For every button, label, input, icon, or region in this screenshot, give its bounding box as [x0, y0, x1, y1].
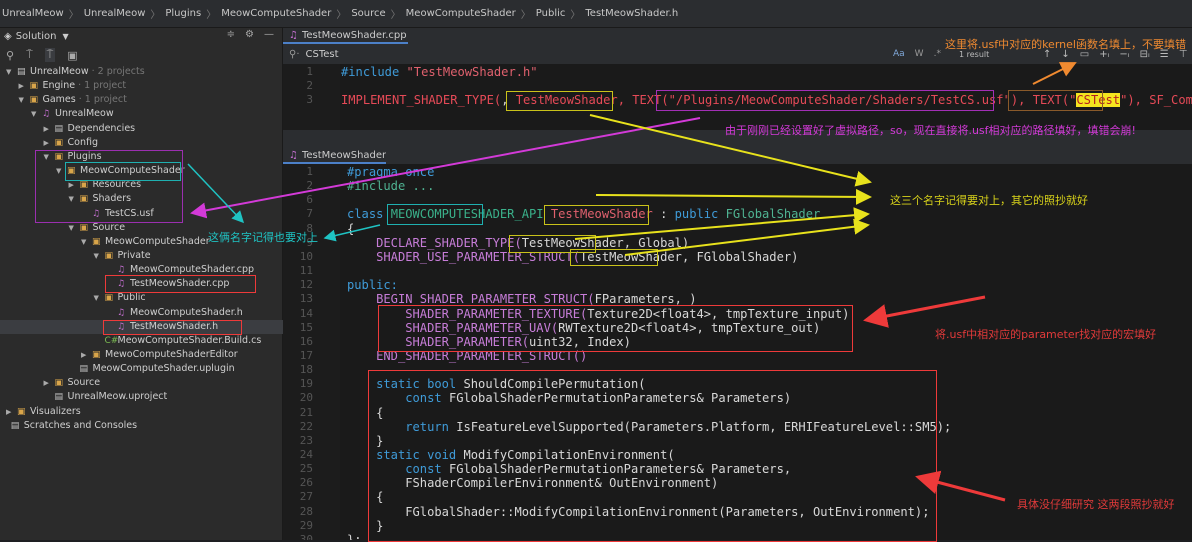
arrow-kernel: [1032, 62, 1077, 85]
arrow-name-3: [574, 207, 870, 240]
note-module: 这俩名字记得也要对上: [208, 231, 318, 244]
note-kernel: 这里将.usf中对应的kernel函数名填上，不要填错: [945, 38, 1186, 51]
note-params: 将.usf中相对应的parameter找对应的宏填好: [935, 328, 1157, 341]
note-path: 由于刚刚已经设置好了虚拟路径，so，现在直接将.usf相对应的路径填好，填错会崩…: [725, 124, 1136, 137]
arrow-module-2: [323, 224, 381, 242]
arrow-name-2: [595, 188, 872, 205]
arrow-name-4: [624, 218, 870, 256]
arrow-functions: [915, 470, 1006, 502]
note-functions: 具体没仔细研究 这两段照抄就好: [1017, 498, 1175, 511]
arrow-params: [863, 295, 986, 328]
annotation-arrows: [187, 62, 1077, 502]
arrow-path: [190, 117, 701, 219]
note-names: 这三个名字记得要对上，其它的照抄就好: [890, 194, 1088, 207]
arrow-module-1: [187, 163, 245, 224]
